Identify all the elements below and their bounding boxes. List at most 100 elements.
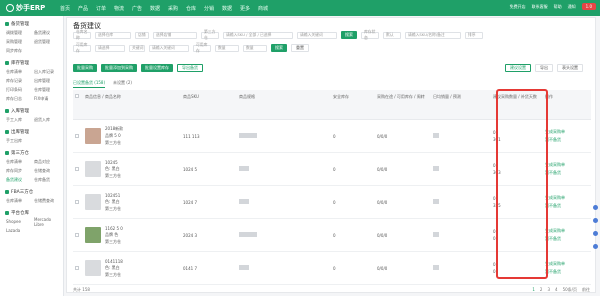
nav-item[interactable]: 采购 bbox=[164, 5, 182, 12]
nav-item[interactable]: 订单 bbox=[92, 5, 110, 12]
sidebar-item[interactable]: 采购管理 bbox=[6, 39, 34, 45]
nav-item[interactable]: 商城 bbox=[254, 5, 272, 12]
row-checkbox[interactable] bbox=[75, 266, 79, 270]
column-header[interactable]: 安全库存 bbox=[331, 90, 375, 119]
nav-item[interactable]: 首页 bbox=[56, 5, 74, 12]
sidebar-item[interactable]: 退货入库 bbox=[34, 117, 62, 123]
skip-stock-link[interactable]: 暂不备货 bbox=[545, 269, 581, 275]
sidebar-item[interactable]: 库存日志 bbox=[6, 96, 34, 102]
page-number[interactable]: 3 bbox=[546, 287, 551, 293]
search-button-2[interactable]: 搜索 bbox=[271, 44, 287, 52]
sku-input[interactable]: 请输入SKU / 全部 / 已选择 bbox=[223, 31, 293, 39]
sidebar-item[interactable]: 库存同步 bbox=[6, 168, 34, 174]
suggest-settings-button[interactable]: 建议设置 bbox=[505, 64, 531, 72]
sidebar-item[interactable]: Lazada bbox=[6, 228, 34, 233]
export-button[interactable]: 导出 bbox=[535, 64, 553, 72]
sidebar-item[interactable]: Mercado Libre bbox=[34, 217, 62, 227]
create-purchase-link[interactable]: 生成采购单 bbox=[545, 162, 581, 168]
sidebar-item[interactable]: 仓库清单 bbox=[6, 159, 34, 165]
skip-stock-link[interactable]: 暂不备货 bbox=[545, 170, 581, 176]
sidebar-item[interactable]: 库存记录 bbox=[6, 78, 34, 84]
help-link[interactable]: 帮助 bbox=[554, 4, 562, 10]
goto-page[interactable]: 前往 bbox=[581, 287, 591, 293]
warehouse-select[interactable]: 选择仓库 bbox=[95, 31, 131, 39]
sidebar-item[interactable]: 手工出库 bbox=[6, 138, 34, 144]
sidebar-item[interactable]: FIX申请 bbox=[34, 96, 62, 102]
sidebar-section[interactable]: 出库管理 bbox=[0, 127, 63, 136]
sidebar-item[interactable]: 备货建议 bbox=[34, 30, 62, 36]
sidebar-item[interactable]: 仓库备货 bbox=[34, 177, 62, 183]
min-qty-input[interactable]: 数量 bbox=[215, 44, 239, 52]
version-badge[interactable]: 1.0 bbox=[581, 3, 596, 10]
row-checkbox[interactable] bbox=[75, 167, 79, 171]
sidebar-item[interactable]: 仓库管理 bbox=[34, 87, 62, 93]
export-stock-button[interactable]: 导出备货 bbox=[177, 64, 203, 72]
app-logo[interactable]: 妙手ERP bbox=[0, 3, 56, 13]
batch-set-stock-button[interactable]: 批量设置库存 bbox=[141, 64, 173, 72]
create-purchase-link[interactable]: 生成采购单 bbox=[545, 228, 581, 234]
max-qty-input[interactable]: 数量 bbox=[243, 44, 267, 52]
top-icon[interactable] bbox=[593, 244, 598, 249]
column-header[interactable]: 商品规格 bbox=[237, 90, 331, 119]
batch-add-purchase-button[interactable]: 批量添加到采购 bbox=[101, 64, 137, 72]
row-checkbox[interactable] bbox=[75, 233, 79, 237]
nav-item[interactable]: 分销 bbox=[200, 5, 218, 12]
sidebar-item[interactable]: Shopee bbox=[6, 219, 34, 224]
nav-item[interactable]: 产品 bbox=[74, 5, 92, 12]
row-checkbox[interactable] bbox=[75, 200, 79, 204]
nav-item[interactable]: 仓库 bbox=[182, 5, 200, 12]
sidebar-item[interactable]: 退货管理 bbox=[34, 39, 62, 45]
stock-select[interactable]: 请选择 bbox=[95, 44, 125, 52]
sidebar-item[interactable]: 仓库清单 bbox=[6, 69, 34, 75]
create-purchase-link[interactable]: 生成采购单 bbox=[545, 195, 581, 201]
search-button[interactable]: 搜索 bbox=[341, 31, 357, 39]
sidebar-item[interactable]: 仓库清单 bbox=[6, 198, 34, 204]
select-all-checkbox[interactable] bbox=[75, 94, 79, 98]
remark-input[interactable]: 请输入SKU/名称/备注 bbox=[405, 31, 461, 39]
sidebar-item[interactable]: 手工入库 bbox=[6, 117, 34, 123]
sidebar-item[interactable]: 商品对应 bbox=[34, 159, 62, 165]
page-number[interactable]: 1 bbox=[531, 287, 536, 293]
keyword-field[interactable]: 请输入关键词 bbox=[149, 44, 189, 52]
sidebar-item[interactable]: 出入库记录 bbox=[34, 69, 62, 75]
sidebar-section[interactable]: FBA三方仓 bbox=[0, 187, 63, 196]
skip-stock-link[interactable]: 暂不备货 bbox=[545, 203, 581, 209]
sidebar-item[interactable]: 仓储查询 bbox=[34, 168, 62, 174]
column-settings-button[interactable]: 表头设置 bbox=[557, 64, 583, 72]
batch-purchase-button[interactable]: 批量采购 bbox=[73, 64, 97, 72]
page-number[interactable]: 4 bbox=[554, 287, 559, 293]
nav-item[interactable]: 更多 bbox=[236, 5, 254, 12]
column-header[interactable]: 日均销量 / 预测 bbox=[431, 90, 491, 119]
column-header[interactable]: 商品信息 / 商品名称 bbox=[83, 90, 181, 119]
sidebar-item[interactable]: 仓储费查询 bbox=[34, 198, 62, 204]
sidebar-section[interactable]: 第三方仓 bbox=[0, 148, 63, 157]
skip-stock-link[interactable]: 暂不备货 bbox=[545, 137, 581, 143]
sidebar-item[interactable]: 出库管理 bbox=[34, 78, 62, 84]
shop-select[interactable]: 选择店铺 bbox=[153, 31, 197, 39]
sidebar-section[interactable]: 库存管理 bbox=[0, 58, 63, 67]
chat-icon[interactable] bbox=[593, 205, 598, 210]
sidebar-section[interactable]: 备货管理 bbox=[0, 19, 63, 28]
sidebar-item[interactable]: 同步库存 bbox=[6, 48, 34, 54]
tab-configured[interactable]: 已设置备货 (158) bbox=[73, 80, 106, 88]
create-purchase-link[interactable]: 生成采购单 bbox=[545, 261, 581, 267]
page-size-select[interactable]: 50条/页 bbox=[562, 287, 578, 293]
nav-item[interactable]: 物流 bbox=[110, 5, 128, 12]
sidebar-section[interactable]: 入库管理 bbox=[0, 106, 63, 115]
nav-item[interactable]: 广告 bbox=[128, 5, 146, 12]
stock-status-select[interactable]: 默认 bbox=[383, 31, 401, 39]
skip-stock-link[interactable]: 暂不备货 bbox=[545, 236, 581, 242]
sort-select[interactable]: 排序 bbox=[465, 31, 483, 39]
reset-button[interactable]: 重置 bbox=[291, 44, 309, 52]
feedback-icon[interactable] bbox=[593, 231, 598, 236]
nav-item[interactable]: 数据 bbox=[146, 5, 164, 12]
column-header[interactable]: 商品SKU bbox=[181, 90, 237, 119]
column-header[interactable]: 采购在途 / 可用库存 / 周转 bbox=[375, 90, 431, 119]
support-link[interactable]: 联系客服 bbox=[532, 4, 548, 10]
create-purchase-link[interactable]: 生成采购单 bbox=[545, 129, 581, 135]
tab-unconfigured[interactable]: 未设置 (2) bbox=[113, 80, 132, 88]
nav-item[interactable]: 数据 bbox=[218, 5, 236, 12]
row-checkbox[interactable] bbox=[75, 134, 79, 138]
sidebar-item-active[interactable]: 备货建议 bbox=[6, 177, 34, 183]
shop-link[interactable]: 免费开店 bbox=[510, 4, 526, 10]
